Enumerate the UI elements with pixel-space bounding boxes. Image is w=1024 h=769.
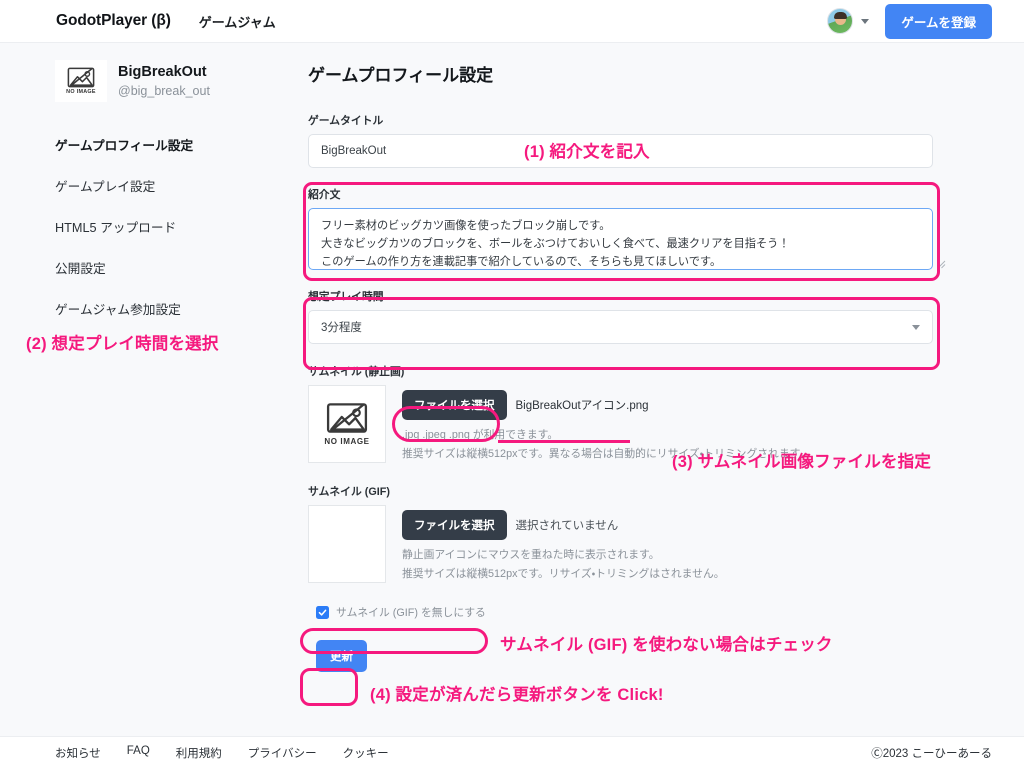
footer-link-faq[interactable]: FAQ [127, 745, 150, 761]
brand-logo[interactable]: GodotPlayer (β) [56, 12, 171, 30]
playtime-label: 想定プレイ時間 [308, 291, 384, 303]
sidebar-item-game-profile[interactable]: ゲームプロフィール設定 [0, 124, 300, 165]
footer-link-privacy[interactable]: プライバシー [248, 745, 317, 761]
no-image-label: NO IMAGE [66, 89, 96, 96]
copyright: Ⓒ2023 こーひーあーる [871, 748, 992, 760]
resize-grip-icon[interactable] [937, 260, 946, 269]
game-thumbnail-placeholder: NO IMAGE [55, 60, 107, 102]
thumbnail-static-file-line: ファイルを選択 BigBreakOutアイコン.png [402, 390, 810, 420]
sidebar-game-card[interactable]: NO IMAGE BigBreakOut @big_break_out [55, 60, 300, 102]
thumbnail-gif-hint-line2: 推奨サイズは縦横512pxです。リサイズ・トリミングはされません。 [402, 567, 725, 580]
game-meta: BigBreakOut @big_break_out [118, 60, 210, 99]
footer-link-news[interactable]: お知らせ [55, 745, 101, 761]
annotation-underline-filename [498, 440, 630, 443]
description-textarea[interactable]: フリー素材のビッグカツ画像を使ったブロック崩しです。 大きなビッグカツのブロック… [308, 208, 933, 270]
footer-link-cookie[interactable]: クッキー [343, 745, 389, 761]
chevron-down-icon[interactable] [861, 18, 870, 24]
no-image-label: NO IMAGE [324, 437, 370, 446]
header-right-group: ゲームを登録 [827, 3, 992, 39]
thumbnail-gif-hint: 静止画アイコンにマウスを重ねた時に表示されます。 推奨サイズは縦横512pxです… [402, 546, 725, 583]
gif-disable-checkbox-row[interactable]: サムネイル (GIF) を無しにする [316, 604, 948, 620]
sidebar: NO IMAGE BigBreakOut @big_break_out ゲームプ… [0, 43, 300, 329]
sidebar-item-publish[interactable]: 公開設定 [0, 247, 300, 288]
update-button[interactable]: 更新 [316, 640, 367, 673]
sidebar-nav: ゲームプロフィール設定 ゲームプレイ設定 HTML5 アップロード 公開設定 ゲ… [0, 124, 300, 329]
sidebar-item-gamejam-entry[interactable]: ゲームジャム参加設定 [0, 288, 300, 329]
nav-link-gamejam[interactable]: ゲームジャム [199, 12, 276, 31]
game-name: BigBreakOut [118, 64, 207, 80]
thumbnail-gif-label: サムネイル (GIF) [308, 486, 390, 499]
thumbnail-gif-controls: ファイルを選択 選択されていません 静止画アイコンにマウスを重ねた時に表示されま… [402, 505, 725, 583]
field-playtime: 想定プレイ時間 3分程度 [308, 288, 948, 344]
annotation-step-gif: サムネイル (GIF) を使わない場合はチェック [500, 636, 833, 654]
thumbnail-static-label: サムネイル (静止画) [308, 366, 405, 378]
description-label: 紹介文 [308, 189, 341, 201]
thumbnail-gif-file-line: ファイルを選択 選択されていません [402, 510, 725, 541]
app-header: GodotPlayer (β) ゲームジャム ゲームを登録 [0, 0, 1024, 43]
annotation-step-1: (1) 紹介文を記入 [524, 143, 650, 161]
playtime-select[interactable]: 3分程度 [308, 310, 933, 344]
no-image-icon [67, 67, 95, 88]
annotation-step-2: (2) 想定プレイ時間を選択 [26, 335, 219, 353]
chevron-down-icon [912, 324, 920, 330]
thumbnail-static-preview: NO IMAGE [308, 385, 386, 463]
game-title-label: ゲームタイトル [308, 115, 384, 127]
annotation-step-3: (3) サムネイル画像ファイルを指定 [672, 453, 932, 471]
field-thumbnail-gif: サムネイル (GIF) ファイルを選択 選択されていません 静止画アイコンにマウ… [308, 483, 948, 584]
thumbnail-static-file-name: BigBreakOutアイコン.png [515, 400, 649, 412]
footer-link-terms[interactable]: 利用規約 [176, 745, 222, 761]
page-title: ゲームプロフィール設定 [308, 66, 494, 85]
playtime-selected-value: 3分程度 [321, 322, 362, 334]
app-footer: お知らせ FAQ 利用規約 プライバシー クッキー Ⓒ2023 こーひーあーる [0, 736, 1024, 769]
register-game-button[interactable]: ゲームを登録 [885, 3, 992, 39]
game-handle: @big_break_out [118, 83, 210, 98]
field-description: 紹介文 フリー素材のビッグカツ画像を使ったブロック崩しです。 大きなビッグカツの… [308, 186, 948, 270]
footer-links: お知らせ FAQ 利用規約 プライバシー クッキー [55, 745, 389, 761]
thumbnail-static-choose-file-button[interactable]: ファイルを選択 [402, 390, 507, 420]
check-icon [318, 609, 327, 616]
no-image-icon [326, 403, 368, 433]
annotation-step-4: (4) 設定が済んだら更新ボタンを Click! [370, 686, 664, 704]
thumbnail-gif-hint-line1: 静止画アイコンにマウスを重ねた時に表示されます。 [402, 549, 660, 562]
thumbnail-gif-preview [308, 505, 386, 584]
avatar[interactable] [827, 8, 854, 34]
thumbnail-gif-choose-file-button[interactable]: ファイルを選択 [402, 510, 507, 541]
thumbnail-gif-file-name: 選択されていません [515, 520, 619, 533]
gif-disable-checkbox[interactable] [316, 605, 329, 619]
sidebar-item-gameplay[interactable]: ゲームプレイ設定 [0, 165, 300, 206]
gif-disable-label: サムネイル (GIF) を無しにする [336, 607, 486, 620]
thumbnail-gif-row: ファイルを選択 選択されていません 静止画アイコンにマウスを重ねた時に表示されま… [308, 505, 948, 584]
sidebar-item-html5-upload[interactable]: HTML5 アップロード [0, 206, 300, 247]
